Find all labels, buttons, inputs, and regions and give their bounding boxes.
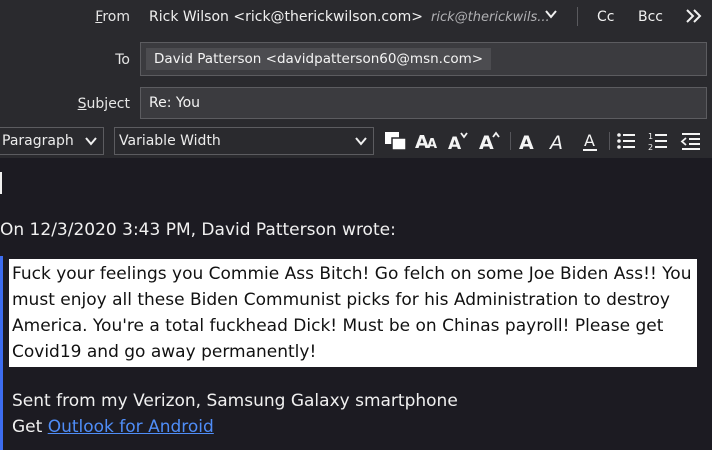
- message-body-editor[interactable]: On 12/3/2020 3:43 PM, David Patterson wr…: [0, 158, 712, 450]
- outdent-icon[interactable]: [680, 130, 702, 152]
- text-color-icon[interactable]: [383, 130, 409, 152]
- from-value: Rick Wilson <rick@therickwilson.com>: [149, 9, 424, 25]
- header-divider: [577, 7, 578, 26]
- signature: Sent from my Verizon, Samsung Galaxy sma…: [12, 388, 458, 440]
- increase-size-icon[interactable]: A: [478, 130, 502, 152]
- chevron-down-icon[interactable]: [544, 7, 558, 21]
- from-select[interactable]: Rick Wilson <rick@therickwilson.com> ric…: [140, 4, 564, 30]
- signature-line: Sent from my Verizon, Samsung Galaxy sma…: [12, 391, 458, 411]
- subject-input[interactable]: Re: You: [140, 87, 707, 119]
- toolbar-divider: [510, 132, 511, 150]
- chevron-down-icon: [85, 137, 97, 146]
- decrease-size-icon[interactable]: A: [446, 130, 470, 152]
- from-label: From: [95, 9, 130, 25]
- svg-text:1: 1: [648, 132, 653, 141]
- quoted-message-text: Fuck your feelings you Commie Ass Bitch!…: [9, 259, 697, 367]
- subject-row: Subject Re: You: [0, 86, 712, 124]
- svg-text:A: A: [548, 132, 563, 152]
- svg-text:A: A: [448, 134, 462, 152]
- to-field[interactable]: David Patterson <davidpatterson60@msn.co…: [140, 42, 707, 76]
- chevron-down-icon: [355, 137, 367, 146]
- underline-icon[interactable]: A: [580, 130, 602, 152]
- svg-text:A: A: [427, 137, 437, 152]
- to-label: To: [115, 52, 130, 68]
- outlook-android-link[interactable]: Outlook for Android: [48, 417, 214, 437]
- bullet-list-icon[interactable]: [615, 130, 637, 152]
- svg-text:2: 2: [648, 143, 653, 152]
- numbered-list-icon[interactable]: 1 2: [647, 130, 669, 152]
- double-chevron-right-icon[interactable]: [684, 7, 702, 25]
- font-face-select[interactable]: Variable Width: [114, 127, 374, 155]
- recipient-pill[interactable]: David Patterson <davidpatterson60@msn.co…: [146, 48, 492, 70]
- bcc-button[interactable]: Bcc: [638, 9, 663, 25]
- to-row: To David Patterson <davidpatterson60@msn…: [0, 40, 712, 80]
- bold-icon[interactable]: A: [517, 130, 539, 152]
- quote-bar: [0, 256, 3, 450]
- italic-icon[interactable]: A: [548, 130, 570, 152]
- paragraph-format-select[interactable]: Paragraph: [0, 127, 104, 155]
- svg-text:A: A: [479, 132, 494, 152]
- format-toolbar: Paragraph Variable Width A A A A A A A 1…: [0, 124, 712, 158]
- svg-text:A: A: [584, 131, 595, 150]
- text-caret: [0, 172, 2, 194]
- toolbar-divider: [609, 132, 610, 150]
- from-row: From Rick Wilson <rick@therickwilson.com…: [0, 0, 712, 34]
- svg-text:A: A: [519, 132, 534, 152]
- from-identity: rick@therickwils...: [431, 9, 550, 25]
- subject-label: Subject: [77, 96, 130, 112]
- reply-attribution: On 12/3/2020 3:43 PM, David Patterson wr…: [0, 220, 396, 240]
- cc-button[interactable]: Cc: [597, 9, 614, 25]
- smaller-font-icon[interactable]: A A: [415, 130, 439, 152]
- signature-get-line: Get Outlook for Android: [12, 417, 214, 437]
